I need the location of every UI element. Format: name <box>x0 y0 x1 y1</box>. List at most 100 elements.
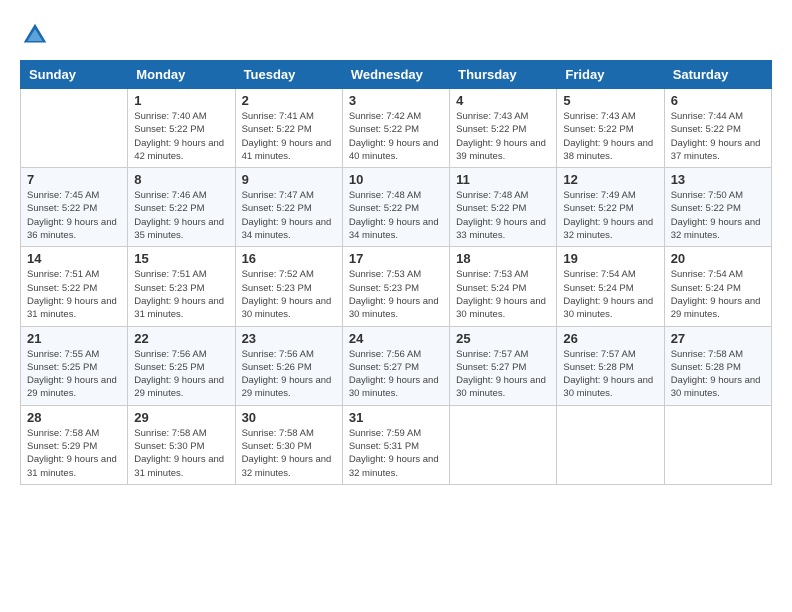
logo-icon <box>20 20 50 50</box>
day-number: 3 <box>349 93 443 108</box>
table-cell <box>557 405 664 484</box>
table-cell: 10 Sunrise: 7:48 AMSunset: 5:22 PMDayligh… <box>342 168 449 247</box>
table-cell: 3 Sunrise: 7:42 AMSunset: 5:22 PMDaylight… <box>342 89 449 168</box>
day-info: Sunrise: 7:41 AMSunset: 5:22 PMDaylight:… <box>242 110 336 163</box>
table-cell: 1 Sunrise: 7:40 AMSunset: 5:22 PMDaylight… <box>128 89 235 168</box>
day-number: 31 <box>349 410 443 425</box>
day-number: 24 <box>349 331 443 346</box>
day-info: Sunrise: 7:45 AMSunset: 5:22 PMDaylight:… <box>27 189 121 242</box>
table-cell: 7 Sunrise: 7:45 AMSunset: 5:22 PMDaylight… <box>21 168 128 247</box>
col-sunday: Sunday <box>21 61 128 89</box>
table-cell <box>664 405 771 484</box>
table-cell: 23 Sunrise: 7:56 AMSunset: 5:26 PMDayligh… <box>235 326 342 405</box>
table-cell: 25Sunrise: 7:57 AMSunset: 5:27 PMDayligh… <box>450 326 557 405</box>
day-info: Sunrise: 7:49 AMSunset: 5:22 PMDaylight:… <box>563 189 657 242</box>
week-row-3: 14 Sunrise: 7:51 AMSunset: 5:22 PMDayligh… <box>21 247 772 326</box>
day-info: Sunrise: 7:40 AMSunset: 5:22 PMDaylight:… <box>134 110 228 163</box>
day-number: 11 <box>456 172 550 187</box>
day-info: Sunrise: 7:54 AMSunset: 5:24 PMDaylight:… <box>563 268 657 321</box>
day-number: 9 <box>242 172 336 187</box>
table-cell: 31 Sunrise: 7:59 AMSunset: 5:31 PMDayligh… <box>342 405 449 484</box>
day-info: Sunrise: 7:59 AMSunset: 5:31 PMDaylight:… <box>349 427 443 480</box>
table-cell: 17 Sunrise: 7:53 AMSunset: 5:23 PMDayligh… <box>342 247 449 326</box>
table-cell: 14 Sunrise: 7:51 AMSunset: 5:22 PMDayligh… <box>21 247 128 326</box>
day-number: 21 <box>27 331 121 346</box>
table-cell: 12 Sunrise: 7:49 AMSunset: 5:22 PMDayligh… <box>557 168 664 247</box>
table-cell: 8Sunrise: 7:46 AMSunset: 5:22 PMDaylight… <box>128 168 235 247</box>
day-info: Sunrise: 7:43 AMSunset: 5:22 PMDaylight:… <box>456 110 550 163</box>
day-info: Sunrise: 7:51 AMSunset: 5:23 PMDaylight:… <box>134 268 228 321</box>
day-number: 29 <box>134 410 228 425</box>
day-number: 18 <box>456 251 550 266</box>
table-cell: 30 Sunrise: 7:58 AMSunset: 5:30 PMDayligh… <box>235 405 342 484</box>
day-info: Sunrise: 7:53 AMSunset: 5:23 PMDaylight:… <box>349 268 443 321</box>
day-number: 30 <box>242 410 336 425</box>
day-info: Sunrise: 7:48 AMSunset: 5:22 PMDaylight:… <box>349 189 443 242</box>
table-cell: 22 Sunrise: 7:56 AMSunset: 5:25 PMDayligh… <box>128 326 235 405</box>
day-info: Sunrise: 7:51 AMSunset: 5:22 PMDaylight:… <box>27 268 121 321</box>
day-info: Sunrise: 7:58 AMSunset: 5:29 PMDaylight:… <box>27 427 121 480</box>
week-row-1: 1 Sunrise: 7:40 AMSunset: 5:22 PMDaylight… <box>21 89 772 168</box>
table-cell: 18 Sunrise: 7:53 AMSunset: 5:24 PMDayligh… <box>450 247 557 326</box>
day-info: Sunrise: 7:48 AMSunset: 5:22 PMDaylight:… <box>456 189 550 242</box>
day-number: 14 <box>27 251 121 266</box>
week-row-5: 28 Sunrise: 7:58 AMSunset: 5:29 PMDayligh… <box>21 405 772 484</box>
day-number: 17 <box>349 251 443 266</box>
day-number: 6 <box>671 93 765 108</box>
col-tuesday: Tuesday <box>235 61 342 89</box>
day-number: 7 <box>27 172 121 187</box>
table-cell: 28 Sunrise: 7:58 AMSunset: 5:29 PMDayligh… <box>21 405 128 484</box>
day-number: 23 <box>242 331 336 346</box>
table-cell: 29 Sunrise: 7:58 AMSunset: 5:30 PMDayligh… <box>128 405 235 484</box>
day-number: 19 <box>563 251 657 266</box>
col-wednesday: Wednesday <box>342 61 449 89</box>
table-cell: 20 Sunrise: 7:54 AMSunset: 5:24 PMDayligh… <box>664 247 771 326</box>
day-number: 10 <box>349 172 443 187</box>
day-info: Sunrise: 7:53 AMSunset: 5:24 PMDaylight:… <box>456 268 550 321</box>
day-number: 22 <box>134 331 228 346</box>
page-header <box>20 20 772 50</box>
day-number: 16 <box>242 251 336 266</box>
day-info: Sunrise: 7:54 AMSunset: 5:24 PMDaylight:… <box>671 268 765 321</box>
day-info: Sunrise: 7:50 AMSunset: 5:22 PMDaylight:… <box>671 189 765 242</box>
col-thursday: Thursday <box>450 61 557 89</box>
day-number: 12 <box>563 172 657 187</box>
table-cell: 2 Sunrise: 7:41 AMSunset: 5:22 PMDaylight… <box>235 89 342 168</box>
logo <box>20 20 54 50</box>
day-number: 27 <box>671 331 765 346</box>
day-number: 4 <box>456 93 550 108</box>
table-cell: 27 Sunrise: 7:58 AMSunset: 5:28 PMDayligh… <box>664 326 771 405</box>
day-info: Sunrise: 7:46 AMSunset: 5:22 PMDaylight:… <box>134 189 228 242</box>
day-number: 20 <box>671 251 765 266</box>
table-cell <box>450 405 557 484</box>
day-number: 13 <box>671 172 765 187</box>
table-cell: 24Sunrise: 7:56 AMSunset: 5:27 PMDayligh… <box>342 326 449 405</box>
day-info: Sunrise: 7:56 AMSunset: 5:25 PMDaylight:… <box>134 348 228 401</box>
table-cell: 19 Sunrise: 7:54 AMSunset: 5:24 PMDayligh… <box>557 247 664 326</box>
day-info: Sunrise: 7:58 AMSunset: 5:30 PMDaylight:… <box>134 427 228 480</box>
col-friday: Friday <box>557 61 664 89</box>
table-cell: 4 Sunrise: 7:43 AMSunset: 5:22 PMDaylight… <box>450 89 557 168</box>
day-info: Sunrise: 7:42 AMSunset: 5:22 PMDaylight:… <box>349 110 443 163</box>
week-row-2: 7 Sunrise: 7:45 AMSunset: 5:22 PMDaylight… <box>21 168 772 247</box>
day-number: 2 <box>242 93 336 108</box>
table-cell: 9Sunrise: 7:47 AMSunset: 5:22 PMDaylight… <box>235 168 342 247</box>
day-info: Sunrise: 7:58 AMSunset: 5:30 PMDaylight:… <box>242 427 336 480</box>
col-monday: Monday <box>128 61 235 89</box>
day-number: 1 <box>134 93 228 108</box>
day-info: Sunrise: 7:52 AMSunset: 5:23 PMDaylight:… <box>242 268 336 321</box>
table-cell: 5Sunrise: 7:43 AMSunset: 5:22 PMDaylight… <box>557 89 664 168</box>
table-cell: 6Sunrise: 7:44 AMSunset: 5:22 PMDaylight… <box>664 89 771 168</box>
table-cell: 15 Sunrise: 7:51 AMSunset: 5:23 PMDayligh… <box>128 247 235 326</box>
day-number: 26 <box>563 331 657 346</box>
day-number: 28 <box>27 410 121 425</box>
day-number: 15 <box>134 251 228 266</box>
table-cell <box>21 89 128 168</box>
day-info: Sunrise: 7:55 AMSunset: 5:25 PMDaylight:… <box>27 348 121 401</box>
calendar-table: Sunday Monday Tuesday Wednesday Thursday… <box>20 60 772 485</box>
day-info: Sunrise: 7:58 AMSunset: 5:28 PMDaylight:… <box>671 348 765 401</box>
table-cell: 16 Sunrise: 7:52 AMSunset: 5:23 PMDayligh… <box>235 247 342 326</box>
week-row-4: 21 Sunrise: 7:55 AMSunset: 5:25 PMDayligh… <box>21 326 772 405</box>
day-info: Sunrise: 7:56 AMSunset: 5:26 PMDaylight:… <box>242 348 336 401</box>
table-cell: 21 Sunrise: 7:55 AMSunset: 5:25 PMDayligh… <box>21 326 128 405</box>
